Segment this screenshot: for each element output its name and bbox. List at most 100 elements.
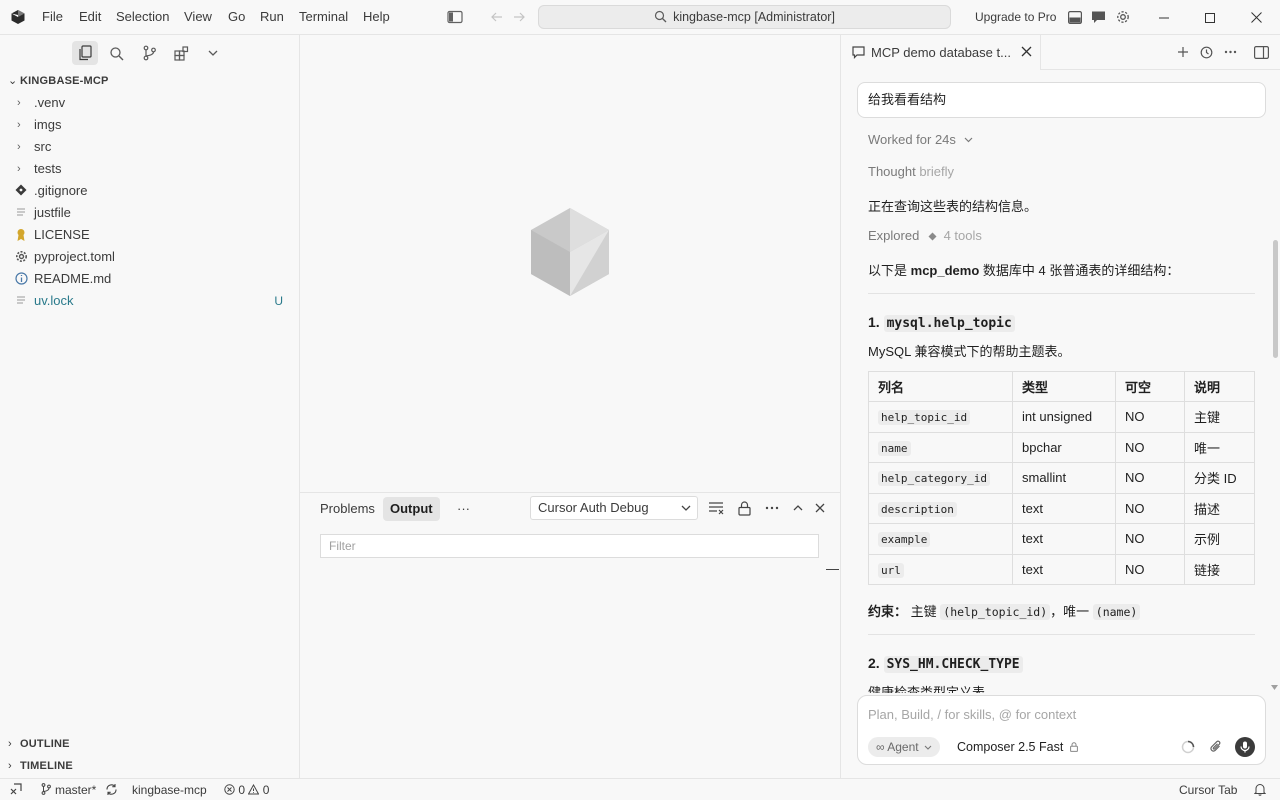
tree-file-uv-lock[interactable]: uv.lock U [0, 290, 299, 312]
panel-more-button[interactable]: ··· [450, 497, 477, 521]
outline-section-header[interactable]: › OUTLINE [8, 738, 70, 750]
lock-scroll-icon[interactable] [735, 499, 753, 517]
git-branch[interactable]: master* [41, 783, 96, 797]
sync-icon[interactable] [105, 783, 118, 796]
menu-selection[interactable]: Selection [116, 9, 169, 24]
thought-line[interactable]: Thought briefly [868, 164, 954, 179]
chevron-down-icon [208, 50, 218, 56]
close-panel-icon[interactable] [811, 499, 829, 517]
tree-file-license[interactable]: LICENSE [0, 224, 299, 246]
agent-mode-select[interactable]: ∞ Agent [868, 737, 940, 757]
clear-output-icon[interactable] [707, 499, 725, 517]
composer-input[interactable]: Plan, Build, / for skills, @ for context [868, 707, 1076, 722]
close-tab-icon[interactable] [1021, 46, 1032, 57]
menu-view[interactable]: View [184, 9, 212, 24]
maximize-panel-icon[interactable] [789, 499, 807, 517]
menu-help[interactable]: Help [363, 9, 390, 24]
tab-output[interactable]: Output [383, 497, 440, 521]
maximize-button[interactable] [1187, 0, 1233, 35]
column-header: 说明 [1184, 371, 1255, 402]
cell-note: 分类 ID [1184, 462, 1255, 494]
tree-file-pyproject[interactable]: pyproject.toml [0, 246, 299, 268]
explorer-root-header[interactable]: ⌄ KINGBASE-MCP [8, 74, 109, 87]
minimize-icon [1159, 17, 1169, 18]
cell-type: int unsigned [1012, 401, 1116, 433]
tree-folder-src[interactable]: › src [0, 136, 299, 158]
cell-column-name: name [868, 431, 1013, 463]
panel-more-actions-icon[interactable] [763, 499, 781, 517]
source-control-icon [143, 45, 156, 61]
explored-line[interactable]: Explored 4 tools [868, 228, 982, 243]
close-window-button[interactable] [1233, 0, 1279, 35]
timeline-section-header[interactable]: › TIMELINE [8, 760, 73, 772]
nav-back-icon[interactable] [490, 10, 504, 24]
column-header: 列名 [868, 371, 1013, 402]
collapse-dash-icon [826, 569, 839, 570]
command-center-search[interactable]: kingbase-mcp [Administrator] [538, 5, 951, 29]
menu-edit[interactable]: Edit [79, 9, 101, 24]
editor-area [300, 35, 840, 492]
settings-gear-icon[interactable] [1115, 9, 1131, 25]
output-channel-select[interactable]: Cursor Auth Debug [530, 496, 698, 520]
layout-panel-icon[interactable] [1068, 11, 1082, 24]
text-lines-icon [15, 294, 29, 308]
cursor-tab-status[interactable]: Cursor Tab [1179, 783, 1237, 797]
tree-file-gitignore[interactable]: .gitignore [0, 180, 299, 202]
project-name[interactable]: kingbase-mcp [132, 783, 207, 797]
search-text: kingbase-mcp [Administrator] [673, 10, 835, 24]
cell-column-name: example [868, 523, 1013, 555]
attach-paperclip-icon[interactable] [1209, 739, 1223, 755]
chat-tab[interactable]: MCP demo database t... [841, 35, 1041, 70]
divider [868, 634, 1255, 635]
extensions-tool-button[interactable] [168, 41, 194, 65]
worked-for-toggle[interactable]: Worked for 24s [868, 132, 973, 147]
cell-column-name: help_topic_id [868, 401, 1013, 433]
scroll-down-arrow-icon[interactable] [1271, 685, 1278, 690]
composer-box[interactable]: Plan, Build, / for skills, @ for context… [857, 695, 1266, 765]
table-row: help_category_id smallint NO 分类 ID [868, 462, 1255, 494]
text-lines-icon [15, 206, 29, 220]
section-heading-2: 2. SYS_HM.CHECK_TYPE [868, 655, 1023, 673]
tree-folder-tests[interactable]: › tests [0, 158, 299, 180]
tree-file-readme[interactable]: README.md [0, 268, 299, 290]
tree-folder-imgs[interactable]: › imgs [0, 114, 299, 136]
license-ribbon-icon [15, 228, 29, 242]
explorer-tool-button[interactable] [72, 41, 98, 65]
output-filter-input[interactable]: Filter [320, 534, 819, 558]
search-tool-button[interactable] [103, 41, 129, 65]
history-clock-icon[interactable] [1198, 44, 1214, 60]
status-bar: master* kingbase-mcp 0 0 Cursor Tab [0, 778, 1280, 800]
new-chat-icon[interactable] [1175, 44, 1191, 60]
source-control-tool-button[interactable] [136, 41, 162, 65]
microphone-button[interactable] [1235, 737, 1255, 757]
minimize-button[interactable] [1141, 0, 1187, 35]
more-views-button[interactable] [200, 41, 226, 65]
model-select[interactable]: Composer 2.5 Fast [957, 740, 1078, 754]
nav-forward-icon[interactable] [512, 10, 526, 24]
menu-go[interactable]: Go [228, 9, 245, 24]
user-message[interactable]: 给我看看结构 [857, 82, 1266, 118]
chat-scrollbar[interactable] [1273, 240, 1278, 358]
toggle-sidebar-icon[interactable] [447, 10, 463, 24]
tree-folder-venv[interactable]: › .venv [0, 92, 299, 114]
remote-indicator-icon[interactable] [10, 783, 22, 795]
maximize-icon [1205, 12, 1215, 23]
extensions-icon [173, 45, 188, 61]
cursor-logo-watermark-icon [529, 206, 611, 298]
tree-file-justfile[interactable]: justfile [0, 202, 299, 224]
summary-line: 以下是 mcp_demo 数据库中 4 张普通表的详细结构： [868, 263, 1180, 278]
problems-count[interactable]: 0 0 [224, 783, 269, 797]
toggle-panel-icon[interactable] [1253, 44, 1269, 60]
chat-bubble-icon[interactable] [1091, 10, 1106, 24]
menu-file[interactable]: File [42, 9, 63, 24]
tab-problems[interactable]: Problems [313, 497, 382, 521]
menu-terminal[interactable]: Terminal [299, 9, 348, 24]
chat-bubble-icon [852, 46, 865, 59]
cell-type: text [1012, 523, 1116, 555]
menu-run[interactable]: Run [260, 9, 284, 24]
gear-icon [15, 250, 29, 264]
explorer-sidebar: ⌄ KINGBASE-MCP › .venv › imgs › src › tes… [0, 35, 300, 778]
notifications-bell-icon[interactable] [1254, 783, 1266, 796]
upgrade-link[interactable]: Upgrade to Pro [975, 10, 1056, 24]
chat-more-icon[interactable] [1222, 44, 1238, 60]
